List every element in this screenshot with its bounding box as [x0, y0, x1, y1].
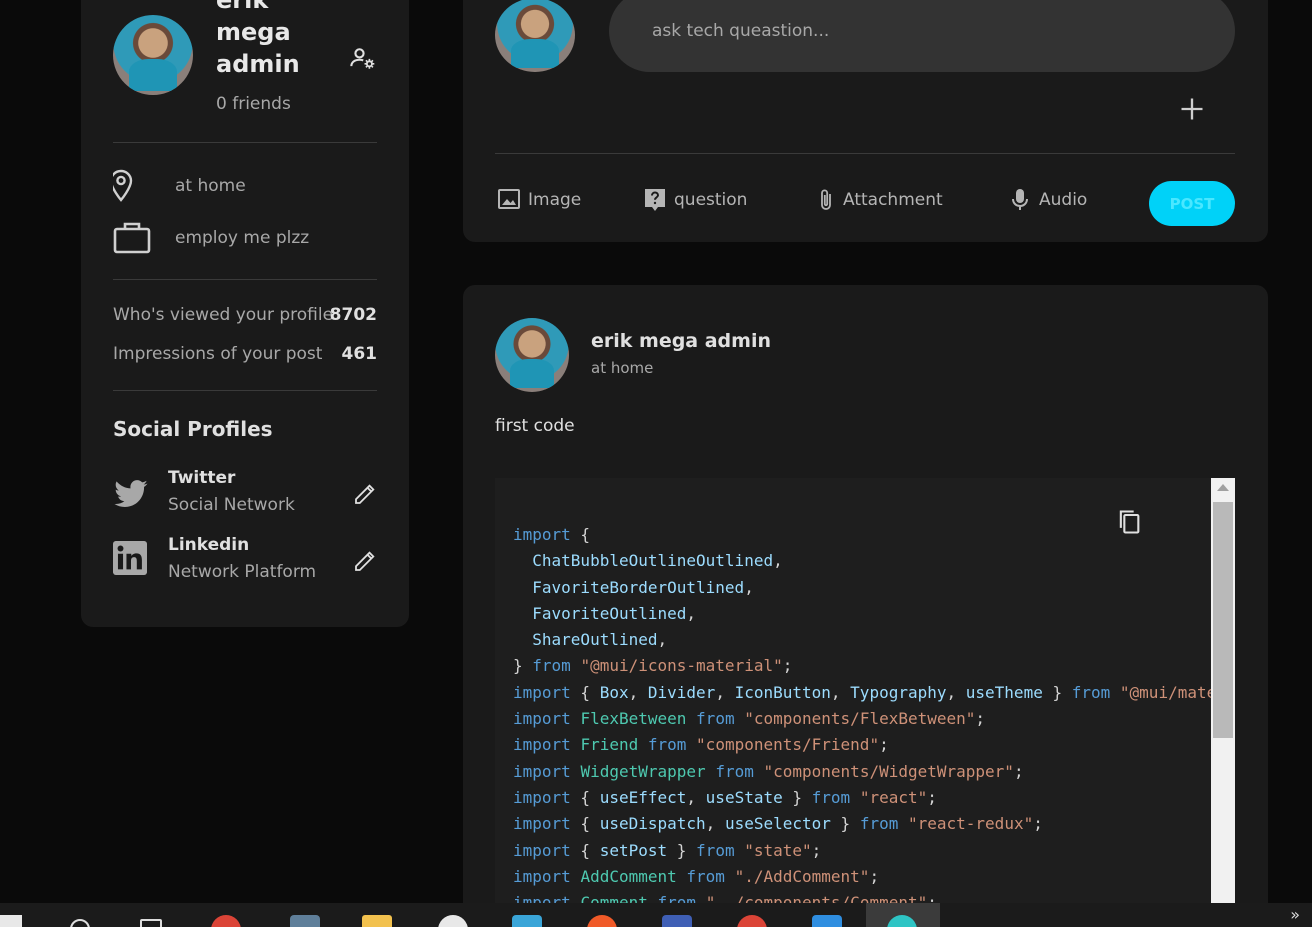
- scroll-up-arrow[interactable]: [1217, 484, 1229, 491]
- code-line: ShareOutlined,: [532, 630, 668, 650]
- image-button[interactable]: Image: [497, 185, 587, 215]
- divider: [113, 390, 377, 391]
- search-icon[interactable]: [70, 919, 90, 927]
- code-line: import { useEffect, useState } from "rea…: [513, 787, 937, 807]
- microphone-icon: [1012, 189, 1028, 210]
- occupation-text: employ me plzz: [175, 228, 310, 248]
- vscode-icon[interactable]: [812, 915, 842, 927]
- divider: [495, 153, 1235, 154]
- social-profiles-title: Social Profiles: [113, 417, 273, 441]
- app-icon[interactable]: [512, 915, 542, 927]
- post-composer: Image question Attachment Audio POST: [463, 0, 1268, 242]
- app-icon[interactable]: [290, 915, 320, 927]
- attachment-icon: [821, 189, 831, 210]
- app-icon[interactable]: [662, 915, 692, 927]
- taskbar: »: [0, 903, 1312, 927]
- manage-accounts-icon[interactable]: [349, 44, 377, 72]
- social-name: Linkedin: [168, 535, 250, 555]
- divider: [113, 142, 377, 143]
- edit-icon[interactable]: [353, 482, 377, 506]
- image-icon: [498, 189, 520, 209]
- post-text: first code: [495, 416, 575, 436]
- audio-button[interactable]: Audio: [1009, 185, 1099, 215]
- social-twitter: Twitter Social Network: [113, 468, 377, 524]
- tool-label: Attachment: [843, 190, 943, 210]
- app-icon[interactable]: [587, 915, 617, 927]
- app-icon[interactable]: [438, 915, 468, 927]
- add-icon[interactable]: [1178, 95, 1206, 123]
- code-line: FavoriteBorderOutlined,: [532, 577, 754, 597]
- post-input[interactable]: [609, 0, 1235, 72]
- code-scrollbar[interactable]: [1211, 478, 1235, 908]
- avatar[interactable]: [113, 15, 193, 95]
- twitter-icon: [114, 480, 148, 507]
- code-line: ChatBubbleOutlineOutlined,: [532, 551, 783, 571]
- code-content: import { ChatBubbleOutlineOutlined, Favo…: [513, 522, 1235, 908]
- question-button[interactable]: question: [643, 185, 753, 215]
- profile-name[interactable]: erik mega admin: [216, 0, 326, 80]
- location-row: at home: [113, 168, 377, 204]
- social-name: Twitter: [168, 468, 236, 488]
- code-line: } from "@mui/icons-material";: [513, 656, 793, 676]
- occupation-row: employ me plzz: [113, 220, 377, 256]
- code-line: import AddComment from "./AddComment";: [513, 866, 880, 886]
- post-author-name[interactable]: erik mega admin: [591, 330, 771, 352]
- stat-label: Impressions of your post: [113, 344, 323, 364]
- profile-card: erik mega admin 0 friends at home employ…: [81, 0, 409, 627]
- code-line: import { Box, Divider, IconButton, Typog…: [513, 682, 1235, 702]
- code-line: import Friend from "components/Friend";: [513, 735, 889, 755]
- task-view-icon[interactable]: [140, 919, 162, 927]
- scrollbar-thumb[interactable]: [1213, 502, 1233, 738]
- social-subtitle: Social Network: [168, 495, 295, 515]
- chevron-right-icon[interactable]: »: [1290, 905, 1300, 924]
- code-block[interactable]: import { ChatBubbleOutlineOutlined, Favo…: [495, 478, 1235, 908]
- impressions-stat: Impressions of your post 461: [113, 344, 377, 364]
- code-line: FavoriteOutlined,: [532, 603, 697, 623]
- tool-label: Audio: [1039, 190, 1088, 210]
- help-center-icon: [645, 189, 665, 211]
- post-button[interactable]: POST: [1149, 181, 1235, 226]
- code-line: import { useDispatch, useSelector } from…: [513, 814, 1043, 834]
- code-line: import { setPost } from "state";: [513, 840, 822, 860]
- file-explorer-icon[interactable]: [362, 915, 392, 927]
- chrome-icon[interactable]: [211, 915, 241, 927]
- code-line: import FlexBetween from "components/Flex…: [513, 709, 986, 729]
- copy-icon[interactable]: [1115, 508, 1143, 536]
- tool-label: Image: [528, 190, 582, 210]
- avatar[interactable]: [495, 318, 569, 392]
- stat-value: 8702: [329, 305, 377, 325]
- edit-icon[interactable]: [353, 549, 377, 573]
- code-line: import WidgetWrapper from "components/Wi…: [513, 761, 1024, 781]
- tool-label: question: [674, 190, 748, 210]
- post-author-location: at home: [591, 359, 654, 377]
- divider: [113, 279, 377, 280]
- attachment-button[interactable]: Attachment: [815, 185, 950, 215]
- social-linkedin: Linkedin Network Platform: [113, 535, 377, 591]
- location-text: at home: [175, 176, 246, 196]
- avatar[interactable]: [495, 0, 575, 72]
- chrome-icon[interactable]: [737, 915, 767, 927]
- work-bag-icon: [113, 222, 151, 254]
- profile-views-stat: Who's viewed your profile 8702: [113, 305, 377, 325]
- location-pin-icon: [113, 169, 133, 202]
- linkedin-icon: [113, 541, 147, 575]
- friends-count: 0 friends: [216, 94, 291, 114]
- social-subtitle: Network Platform: [168, 562, 317, 582]
- stat-value: 461: [341, 344, 378, 364]
- windows-start-icon[interactable]: [0, 915, 22, 927]
- stat-label: Who's viewed your profile: [113, 305, 334, 325]
- post-card: erik mega admin at home first code impor…: [463, 285, 1268, 927]
